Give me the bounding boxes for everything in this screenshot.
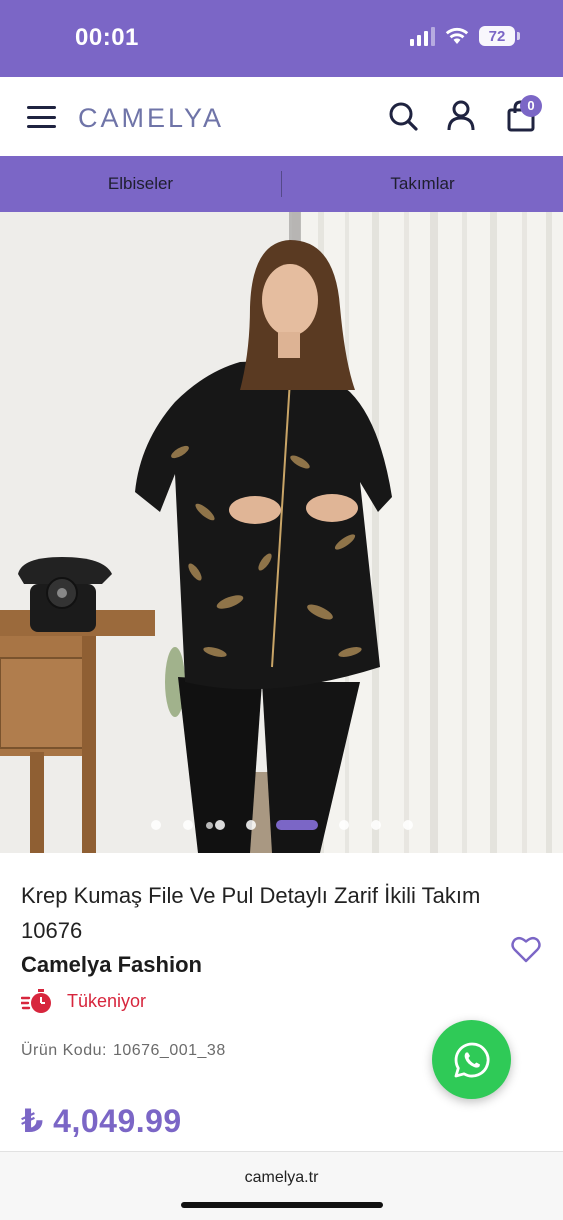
menu-icon-line: [27, 106, 56, 109]
user-icon[interactable]: [444, 99, 478, 133]
search-icon[interactable]: [386, 99, 420, 133]
product-code-label: Ürün Kodu:: [21, 1042, 107, 1059]
carousel-indicators: [0, 820, 563, 834]
wifi-icon: [445, 27, 469, 44]
category-nav: Elbiseler Takımlar: [0, 156, 563, 212]
product-price: ₺ 4,049.99: [21, 1103, 182, 1139]
stopwatch-icon: [21, 989, 51, 1013]
browser-url[interactable]: camelya.tr: [0, 1169, 563, 1187]
browser-url-bar[interactable]: camelya.tr: [0, 1151, 563, 1220]
status-time: 00:01: [75, 24, 139, 51]
menu-icon-line: [27, 125, 56, 128]
home-indicator[interactable]: [181, 1202, 383, 1208]
signal-icon: [410, 26, 435, 46]
status-icons: 72: [410, 26, 520, 46]
carousel-dot[interactable]: [403, 820, 413, 830]
carousel-dot-active[interactable]: [276, 820, 318, 830]
cart-count-badge: 0: [520, 95, 542, 117]
stock-status: Tükeniyor: [21, 988, 146, 1014]
product-title: Krep Kumaş File Ve Pul Detaylı Zarif İki…: [21, 883, 481, 943]
whatsapp-icon: [454, 1042, 489, 1077]
battery-icon: 72: [479, 26, 520, 46]
category-divider: [281, 171, 282, 197]
whatsapp-button[interactable]: [432, 1020, 511, 1099]
product-code: Ürün Kodu: 10676_001_38: [21, 1042, 226, 1060]
status-bar: 00:01 72: [0, 0, 563, 77]
carousel-dot[interactable]: [183, 820, 193, 830]
product-photo: [0, 212, 563, 853]
carousel-dot[interactable]: [206, 822, 213, 829]
product-brand[interactable]: Camelya Fashion: [21, 952, 202, 978]
battery-level: 72: [488, 27, 506, 45]
stock-status-text: Tükeniyor: [67, 990, 147, 1011]
site-header: CAMELYA 0: [0, 77, 563, 157]
product-image[interactable]: [0, 212, 563, 853]
carousel-dot[interactable]: [246, 820, 256, 830]
carousel-dot[interactable]: [151, 820, 161, 830]
menu-button[interactable]: [27, 106, 56, 128]
product-code-value: 10676_001_38: [112, 1042, 226, 1059]
category-takimlar[interactable]: Takımlar: [282, 174, 563, 194]
carousel-dot[interactable]: [339, 820, 349, 830]
heart-icon[interactable]: [510, 933, 542, 965]
menu-icon-line: [27, 115, 56, 119]
category-elbiseler[interactable]: Elbiseler: [0, 174, 281, 194]
carousel-dot[interactable]: [371, 820, 381, 830]
site-logo[interactable]: CAMELYA: [78, 103, 224, 134]
carousel-dot[interactable]: [215, 820, 225, 830]
